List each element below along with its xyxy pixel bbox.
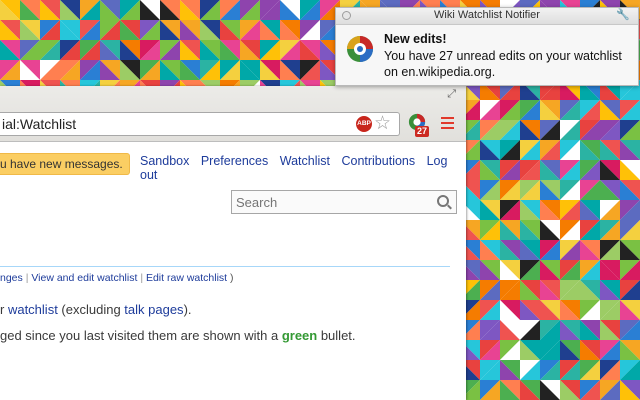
address-text: ial:Watchlist (2, 116, 77, 132)
notification-titlebar: Wiki Watchlist Notifier 🔧 (336, 8, 638, 25)
adblock-icon[interactable]: ABP (356, 116, 372, 132)
p1-before: r (0, 302, 8, 317)
notification-body: You have 27 unread edits on your watchli… (384, 49, 622, 79)
nav-link-preferences[interactable]: Preferences (201, 154, 268, 168)
p1-after: ). (183, 302, 192, 317)
user-navigation: u have new messages. Sandbox Preferences… (0, 151, 466, 182)
browser-window: ⤢ ial:Watchlist ABP ☆ 27 u have new mess… (0, 86, 466, 400)
search-box (231, 190, 457, 214)
unread-count-badge: 27 (415, 126, 430, 137)
menu-icon[interactable] (441, 117, 454, 132)
watchlist-tools: nges | View and edit watchlist | Edit ra… (0, 272, 234, 284)
nav-link-contributions[interactable]: Contributions (341, 154, 415, 168)
talk-pages-link[interactable]: talk pages (124, 302, 183, 317)
search-input[interactable] (232, 191, 436, 213)
p2-before: ged since you last visited them are show… (0, 328, 282, 343)
nav-link-watchlist[interactable]: Watchlist (280, 154, 330, 168)
p2-after: bullet. (317, 328, 356, 343)
edit-raw-watchlist-link[interactable]: Edit raw watchlist (146, 272, 227, 284)
changes-link[interactable]: nges (0, 272, 23, 284)
star-icon[interactable]: ☆ (374, 113, 391, 135)
wikipedia-page: u have new messages. Sandbox Preferences… (0, 142, 466, 400)
p1-middle: (excluding (57, 302, 125, 317)
notification-title: Wiki Watchlist Notifier (434, 9, 540, 21)
new-messages-link[interactable]: u have new messages. (0, 153, 130, 175)
green-word: green (281, 328, 318, 343)
heading-divider (0, 266, 450, 267)
personal-links: Sandbox Preferences Watchlist Contributi… (140, 154, 466, 182)
address-bar[interactable]: ial:Watchlist ABP ☆ (0, 112, 400, 136)
sublinks-close-paren: ) (230, 272, 234, 284)
search-icon[interactable] (437, 195, 449, 207)
window-resize-icon[interactable]: ⤢ (447, 88, 456, 101)
wiki-watchlist-extension-icon[interactable]: 27 (406, 113, 430, 139)
desktop-notification[interactable]: Wiki Watchlist Notifier 🔧 New edits! You… (335, 7, 639, 86)
watchlist-description: r watchlist (excluding talk pages). (0, 302, 192, 317)
changed-pages-note: ged since you last visited them are show… (0, 328, 356, 343)
browser-toolbar: ⤢ ial:Watchlist ABP ☆ 27 (0, 86, 466, 142)
notification-heading: New edits! (384, 32, 447, 46)
wrench-icon[interactable]: 🔧 (616, 8, 630, 21)
view-edit-watchlist-link[interactable]: View and edit watchlist (31, 272, 137, 284)
nav-link-sandbox[interactable]: Sandbox (140, 154, 189, 168)
wikipedia-globe-icon (347, 36, 373, 62)
watchlist-link[interactable]: watchlist (8, 302, 58, 317)
